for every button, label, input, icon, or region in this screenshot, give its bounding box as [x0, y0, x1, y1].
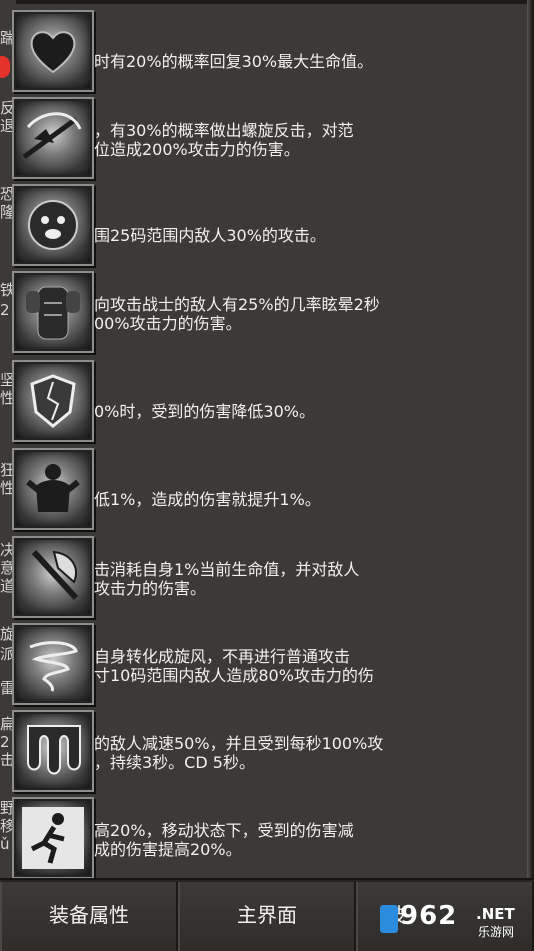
cracked-shield-icon[interactable]	[12, 360, 94, 442]
skill-description: 向攻击战士的敌人有25%的几率眩晕2秒 00%攻击力的伤害。	[94, 295, 424, 333]
skill-row[interactable]: 自身转化成旋风，不再进行普通攻击 寸10码范围内敌人造成80%攻击力的伤	[0, 621, 520, 707]
skill-description: 自身转化成旋风，不再进行普通攻击 寸10码范围内敌人造成80%攻击力的伤	[94, 647, 424, 685]
skill-row[interactable]: 0%时，受到的伤害降低30%。	[0, 358, 520, 444]
tab-main-screen[interactable]: 主界面	[178, 882, 356, 951]
skill-row[interactable]: ，有30%的概率做出螺旋反击，对范 位造成200%攻击力的伤害。	[0, 95, 520, 181]
watermark-badge	[380, 905, 398, 933]
skill-description-line: 击消耗自身1%当前生命值，并对敌人	[94, 560, 360, 579]
skill-description: 击消耗自身1%当前生命值，并对敌人 攻击力的伤害。	[94, 560, 424, 598]
skill-row[interactable]: 围25码范围内敌人30%的攻击。	[0, 182, 520, 268]
skill-description: 低1%，造成的伤害就提升1%。	[94, 490, 424, 509]
skill-description-line: 时有20%的概率回复30%最大生命值。	[94, 52, 374, 71]
skill-description-line: 的敌人减速50%，并且受到每秒100%攻	[94, 734, 384, 753]
skill-description-line: 寸10码范围内敌人造成80%攻击力的伤	[94, 666, 374, 685]
skill-description: ，有30%的概率做出螺旋反击，对范 位造成200%攻击力的伤害。	[94, 121, 424, 159]
roaring-face-icon[interactable]	[12, 184, 94, 266]
skill-description: 高20%，移动状态下，受到的伤害减 成的伤害提高20%。	[94, 821, 424, 859]
skill-description: 的敌人减速50%，并且受到每秒100%攻 ，持续3秒。CD 5秒。	[94, 734, 424, 772]
skill-description-line: 高20%，移动状态下，受到的伤害减	[94, 821, 354, 840]
skill-description-line: 围25码范围内敌人30%的攻击。	[94, 226, 326, 245]
bottom-tab-bar: 装备属性 主界面 技 962 .NET 乐游网	[0, 878, 534, 951]
tab-equipment-attributes[interactable]: 装备属性	[0, 882, 178, 951]
heart-icon[interactable]	[12, 10, 94, 92]
skill-row[interactable]: 高20%，移动状态下，受到的伤害减 成的伤害提高20%。	[0, 795, 520, 881]
watermark-suffix: .NET	[476, 905, 515, 923]
skill-row[interactable]: 击消耗自身1%当前生命值，并对敌人 攻击力的伤害。	[0, 534, 520, 620]
skill-description-line: ，有30%的概率做出螺旋反击，对范	[94, 121, 354, 140]
panel-scroll-rail[interactable]	[527, 0, 534, 878]
axe-icon[interactable]	[12, 536, 94, 618]
watermark-number: 962	[400, 901, 458, 931]
berserker-icon[interactable]	[12, 448, 94, 530]
iron-armor-icon[interactable]	[12, 271, 94, 353]
skill-description-line: 00%攻击力的伤害。	[94, 314, 242, 333]
skill-description-line: 位造成200%攻击力的伤害。	[94, 140, 300, 159]
running-man-icon[interactable]	[12, 797, 94, 879]
skill-description-line: 自身转化成旋风，不再进行普通攻击	[94, 647, 351, 666]
skill-description-line: 向攻击战士的敌人有25%的几率眩晕2秒	[94, 295, 380, 314]
skill-description-line: 攻击力的伤害。	[94, 579, 207, 598]
skill-row[interactable]: 的敌人减速50%，并且受到每秒100%攻 ，持续3秒。CD 5秒。	[0, 708, 520, 794]
skill-row[interactable]: 低1%，造成的伤害就提升1%。	[0, 446, 520, 532]
skill-description-line: 低1%，造成的伤害就提升1%。	[94, 490, 321, 509]
skill-row[interactable]: 时有20%的概率回复30%最大生命值。	[0, 8, 520, 94]
skill-description-line: 0%时，受到的伤害降低30%。	[94, 402, 315, 421]
skill-row[interactable]: 向攻击战士的敌人有25%的几率眩晕2秒 00%攻击力的伤害。	[0, 269, 520, 355]
watermark-subtitle: 乐游网	[478, 925, 515, 939]
skill-description-line: ，持续3秒。CD 5秒。	[94, 753, 255, 772]
spiral-axe-icon[interactable]	[12, 97, 94, 179]
drops-icon[interactable]	[12, 710, 94, 792]
skill-description: 围25码范围内敌人30%的攻击。	[94, 226, 424, 245]
site-watermark: 962 .NET 乐游网	[380, 901, 530, 945]
whirlwind-icon[interactable]	[12, 623, 94, 705]
skill-description-line: 成的伤害提高20%。	[94, 840, 242, 859]
skill-description: 0%时，受到的伤害降低30%。	[94, 402, 424, 421]
skill-description: 时有20%的概率回复30%最大生命值。	[94, 52, 424, 71]
